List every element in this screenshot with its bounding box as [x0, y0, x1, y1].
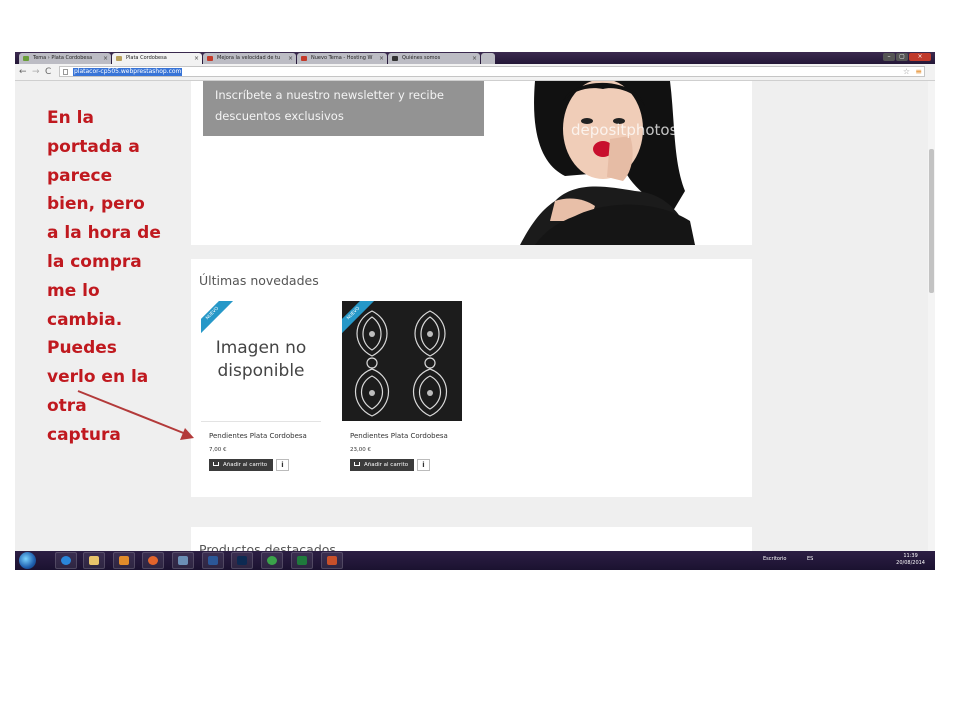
chrome-icon[interactable] [261, 552, 283, 569]
tab-mejora-velocidad[interactable]: Mejora la velocidad de tu × [203, 53, 296, 64]
maximize-icon[interactable]: ▢ [896, 53, 908, 61]
favicon-icon [23, 56, 29, 61]
favicon-icon [116, 56, 122, 61]
product-image[interactable]: NUEVO [342, 301, 462, 421]
close-tab-icon[interactable]: × [472, 53, 477, 64]
minimize-icon[interactable]: – [883, 53, 895, 61]
tab-label: Mejora la velocidad de tu [217, 55, 281, 61]
clock-time: 11:39 [903, 553, 918, 559]
favicon-icon [301, 56, 307, 61]
product-image[interactable]: Imagen no disponible NUEVO [201, 301, 321, 422]
word-icon[interactable] [202, 552, 224, 569]
bookmark-star-icon[interactable]: ☆ [903, 67, 910, 77]
annotation-text: En la portada a parece bien, pero a la h… [47, 108, 161, 445]
close-tab-icon[interactable]: × [103, 53, 108, 64]
no-image-text: Imagen no disponible [215, 338, 307, 381]
ie-icon[interactable] [55, 552, 77, 569]
excel-icon[interactable] [291, 552, 313, 569]
tab-nuevo-tema[interactable]: Nuevo Tema - Hosting W × [297, 53, 387, 64]
model-photo [495, 81, 725, 245]
media-player-icon[interactable] [113, 552, 135, 569]
tab-tema[interactable]: Tema › Plata Cordobesa × [19, 53, 111, 64]
newsletter-text: Inscríbete a nuestro newsletter y recibe… [215, 88, 444, 123]
forward-icon[interactable]: → [32, 66, 40, 78]
cart-icon [213, 462, 219, 466]
add-to-cart-label: Añadir al carrito [364, 462, 409, 468]
tab-label: Tema › Plata Cordobesa [33, 55, 93, 61]
page-icon [63, 69, 68, 75]
info-button[interactable]: i [417, 459, 430, 471]
taskbar: Escritorio ES 11:39 20/08/2014 [15, 551, 935, 570]
url-input[interactable]: platacor-cp505.webprestashop.com ☆ ≡ [59, 66, 925, 77]
add-to-cart-button[interactable]: Añadir al carrito [209, 459, 273, 471]
firefox-icon[interactable] [142, 552, 164, 569]
new-badge: NUEVO [201, 301, 238, 339]
tab-plata-cordobesa[interactable]: Plata Cordobesa × [112, 53, 202, 64]
tab-quienes-somos[interactable]: Quiénes somos × [388, 53, 480, 64]
new-tab-button[interactable] [481, 53, 495, 64]
powerpoint-icon[interactable] [321, 552, 343, 569]
url-text[interactable]: platacor-cp505.webprestashop.com [73, 68, 183, 76]
clock-date: 20/08/2014 [896, 560, 925, 566]
product-name[interactable]: Pendientes Plata Cordobesa [350, 432, 448, 440]
scrollbar-thumb[interactable] [929, 149, 934, 293]
explorer-icon[interactable] [83, 552, 105, 569]
product-price: 23,00 € [350, 447, 371, 453]
clock[interactable]: 11:39 20/08/2014 [896, 553, 925, 567]
tab-label: Nuevo Tema - Hosting W [311, 55, 373, 61]
close-tab-icon[interactable]: × [194, 53, 199, 64]
product-price: 7,00 € [209, 447, 227, 453]
address-bar: ← → C platacor-cp505.webprestashop.com ☆… [15, 64, 935, 81]
close-window-icon[interactable]: × [909, 53, 931, 61]
close-tab-icon[interactable]: × [288, 53, 293, 64]
watermark: depositphotos [571, 121, 678, 139]
tab-bar: Tema › Plata Cordobesa × Plata Cordobesa… [15, 52, 935, 64]
start-button[interactable] [19, 552, 36, 569]
close-tab-icon[interactable]: × [379, 53, 384, 64]
add-to-cart-button[interactable]: Añadir al carrito [350, 459, 414, 471]
info-button[interactable]: i [276, 459, 289, 471]
favicon-icon [207, 56, 213, 61]
favicon-icon [392, 56, 398, 61]
photoshop-icon[interactable] [231, 552, 253, 569]
desktop-toolbar-label[interactable]: Escritorio [763, 556, 786, 562]
add-to-cart-label: Añadir al carrito [223, 462, 268, 468]
tab-label: Quiénes somos [402, 55, 441, 61]
language-indicator[interactable]: ES [807, 556, 813, 562]
scrollbar[interactable] [928, 81, 935, 551]
product-name[interactable]: Pendientes Plata Cordobesa [209, 432, 307, 440]
app-icon[interactable] [172, 552, 194, 569]
reload-icon[interactable]: C [45, 66, 51, 78]
tab-label: Plata Cordobesa [126, 55, 167, 61]
back-icon[interactable]: ← [19, 66, 27, 78]
newsletter-banner[interactable]: Inscríbete a nuestro newsletter y recibe… [203, 81, 484, 136]
menu-icon[interactable]: ≡ [915, 67, 922, 77]
cart-icon [354, 462, 360, 466]
section-title: Últimas novedades [199, 273, 319, 288]
section-title: Productos destacados [199, 542, 336, 551]
earrings-image [355, 310, 447, 417]
